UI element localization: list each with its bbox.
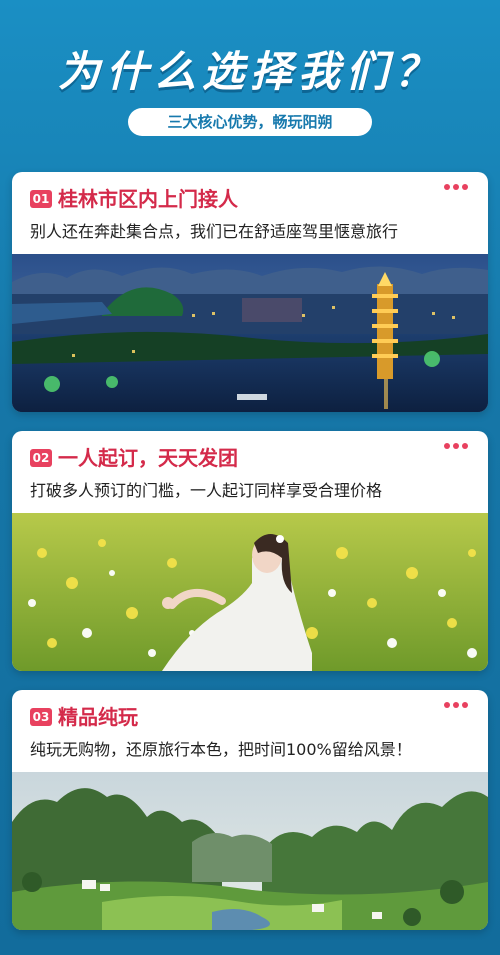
card-description: 别人还在奔赴集合点，我们已在舒适座驾里惬意旅行 [30, 222, 399, 241]
flower-field-photo [12, 513, 488, 671]
card-3: 03 精品纯玩 纯玩无购物，还原旅行本色，把时间100%留给风景！ [12, 690, 488, 930]
card-header: 02 一人起订，天天发团 打破多人预订的门槛，一人起订同样享受合理价格 [12, 431, 488, 511]
more-dots-icon[interactable] [444, 702, 468, 708]
more-dots-icon[interactable] [444, 184, 468, 190]
card-number: 02 [30, 449, 52, 467]
page-title: 为什么选择我们？ [57, 47, 442, 96]
card-title: 精品纯玩 [58, 705, 138, 729]
more-dots-icon[interactable] [444, 443, 468, 449]
night-city-photo [12, 254, 488, 412]
card-description: 纯玩无购物，还原旅行本色，把时间100%留给风景！ [30, 740, 412, 759]
karst-landscape-photo [12, 772, 488, 930]
card-title: 一人起订，天天发团 [58, 446, 238, 470]
card-1: 01 桂林市区内上门接人 别人还在奔赴集合点，我们已在舒适座驾里惬意旅行 [12, 172, 488, 412]
card-2: 02 一人起订，天天发团 打破多人预订的门槛，一人起订同样享受合理价格 [12, 431, 488, 671]
card-header: 03 精品纯玩 纯玩无购物，还原旅行本色，把时间100%留给风景！ [12, 690, 488, 770]
card-number: 01 [30, 190, 52, 208]
card-number: 03 [30, 708, 52, 726]
card-header: 01 桂林市区内上门接人 别人还在奔赴集合点，我们已在舒适座驾里惬意旅行 [12, 172, 488, 252]
subtitle-badge: 三大核心优势，畅玩阳朔 [128, 108, 372, 136]
card-title: 桂林市区内上门接人 [58, 187, 238, 211]
card-description: 打破多人预订的门槛，一人起订同样享受合理价格 [30, 481, 383, 500]
